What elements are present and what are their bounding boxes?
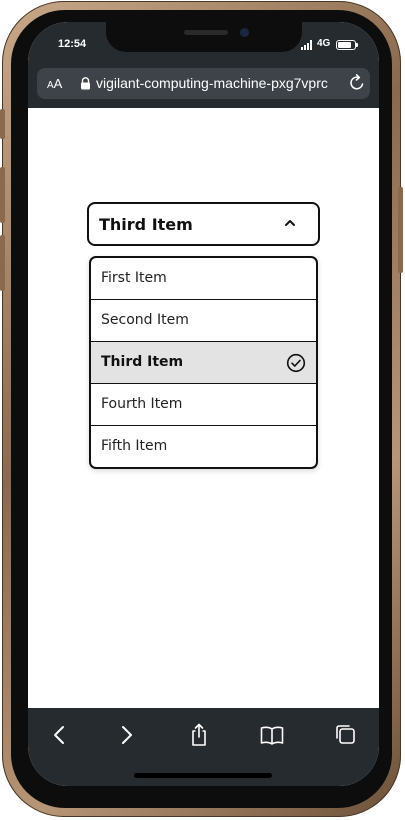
reload-icon[interactable] [348, 74, 366, 92]
option-fifth-item[interactable]: Fifth Item [91, 426, 316, 467]
browser-address-area: AA vigilant-computing-machine-pxg7vprc [28, 66, 379, 108]
home-indicator[interactable] [134, 773, 272, 778]
tabs-icon[interactable] [333, 722, 359, 748]
option-label: Third Item [101, 354, 184, 370]
check-circle-icon [286, 353, 306, 373]
status-bar: 12:54 4G [28, 22, 379, 66]
lock-icon [81, 77, 90, 90]
text-size-button[interactable]: AA [47, 76, 62, 91]
status-time: 12:54 [58, 38, 87, 50]
front-camera [240, 28, 249, 37]
share-icon[interactable] [186, 722, 212, 748]
option-third-item[interactable]: Third Item [91, 342, 316, 384]
network-type: 4G [317, 38, 331, 49]
select-value: Third Item [99, 215, 193, 234]
forward-icon[interactable] [113, 722, 139, 748]
battery-icon [336, 40, 358, 50]
back-icon[interactable] [47, 722, 73, 748]
option-fourth-item[interactable]: Fourth Item [91, 384, 316, 426]
speaker-grille [184, 30, 228, 35]
web-content: Third Item First Item Second Item Third … [28, 108, 379, 708]
power-button [398, 187, 403, 273]
option-label: Second Item [101, 312, 189, 328]
phone-screen: 12:54 4G AA vigilant-computing-machine-p… [28, 22, 379, 786]
volume-down-button [0, 235, 5, 291]
option-second-item[interactable]: Second Item [91, 300, 316, 342]
option-label: First Item [101, 270, 167, 286]
option-label: Fourth Item [101, 396, 183, 412]
notch [106, 22, 302, 52]
chevron-up-icon [285, 220, 295, 226]
signal-icon [301, 40, 315, 50]
battery-level [338, 42, 351, 48]
dropdown-list: First Item Second Item Third Item Fourth… [89, 256, 318, 469]
volume-up-button [0, 167, 5, 223]
bookmarks-icon[interactable] [259, 722, 285, 748]
item-select[interactable]: Third Item [87, 202, 320, 246]
browser-toolbar [28, 708, 379, 786]
address-bar[interactable]: AA vigilant-computing-machine-pxg7vprc [37, 68, 370, 99]
option-first-item[interactable]: First Item [91, 258, 316, 300]
url-text[interactable]: vigilant-computing-machine-pxg7vprc [96, 75, 341, 91]
option-label: Fifth Item [101, 438, 168, 454]
mute-switch [0, 109, 5, 139]
